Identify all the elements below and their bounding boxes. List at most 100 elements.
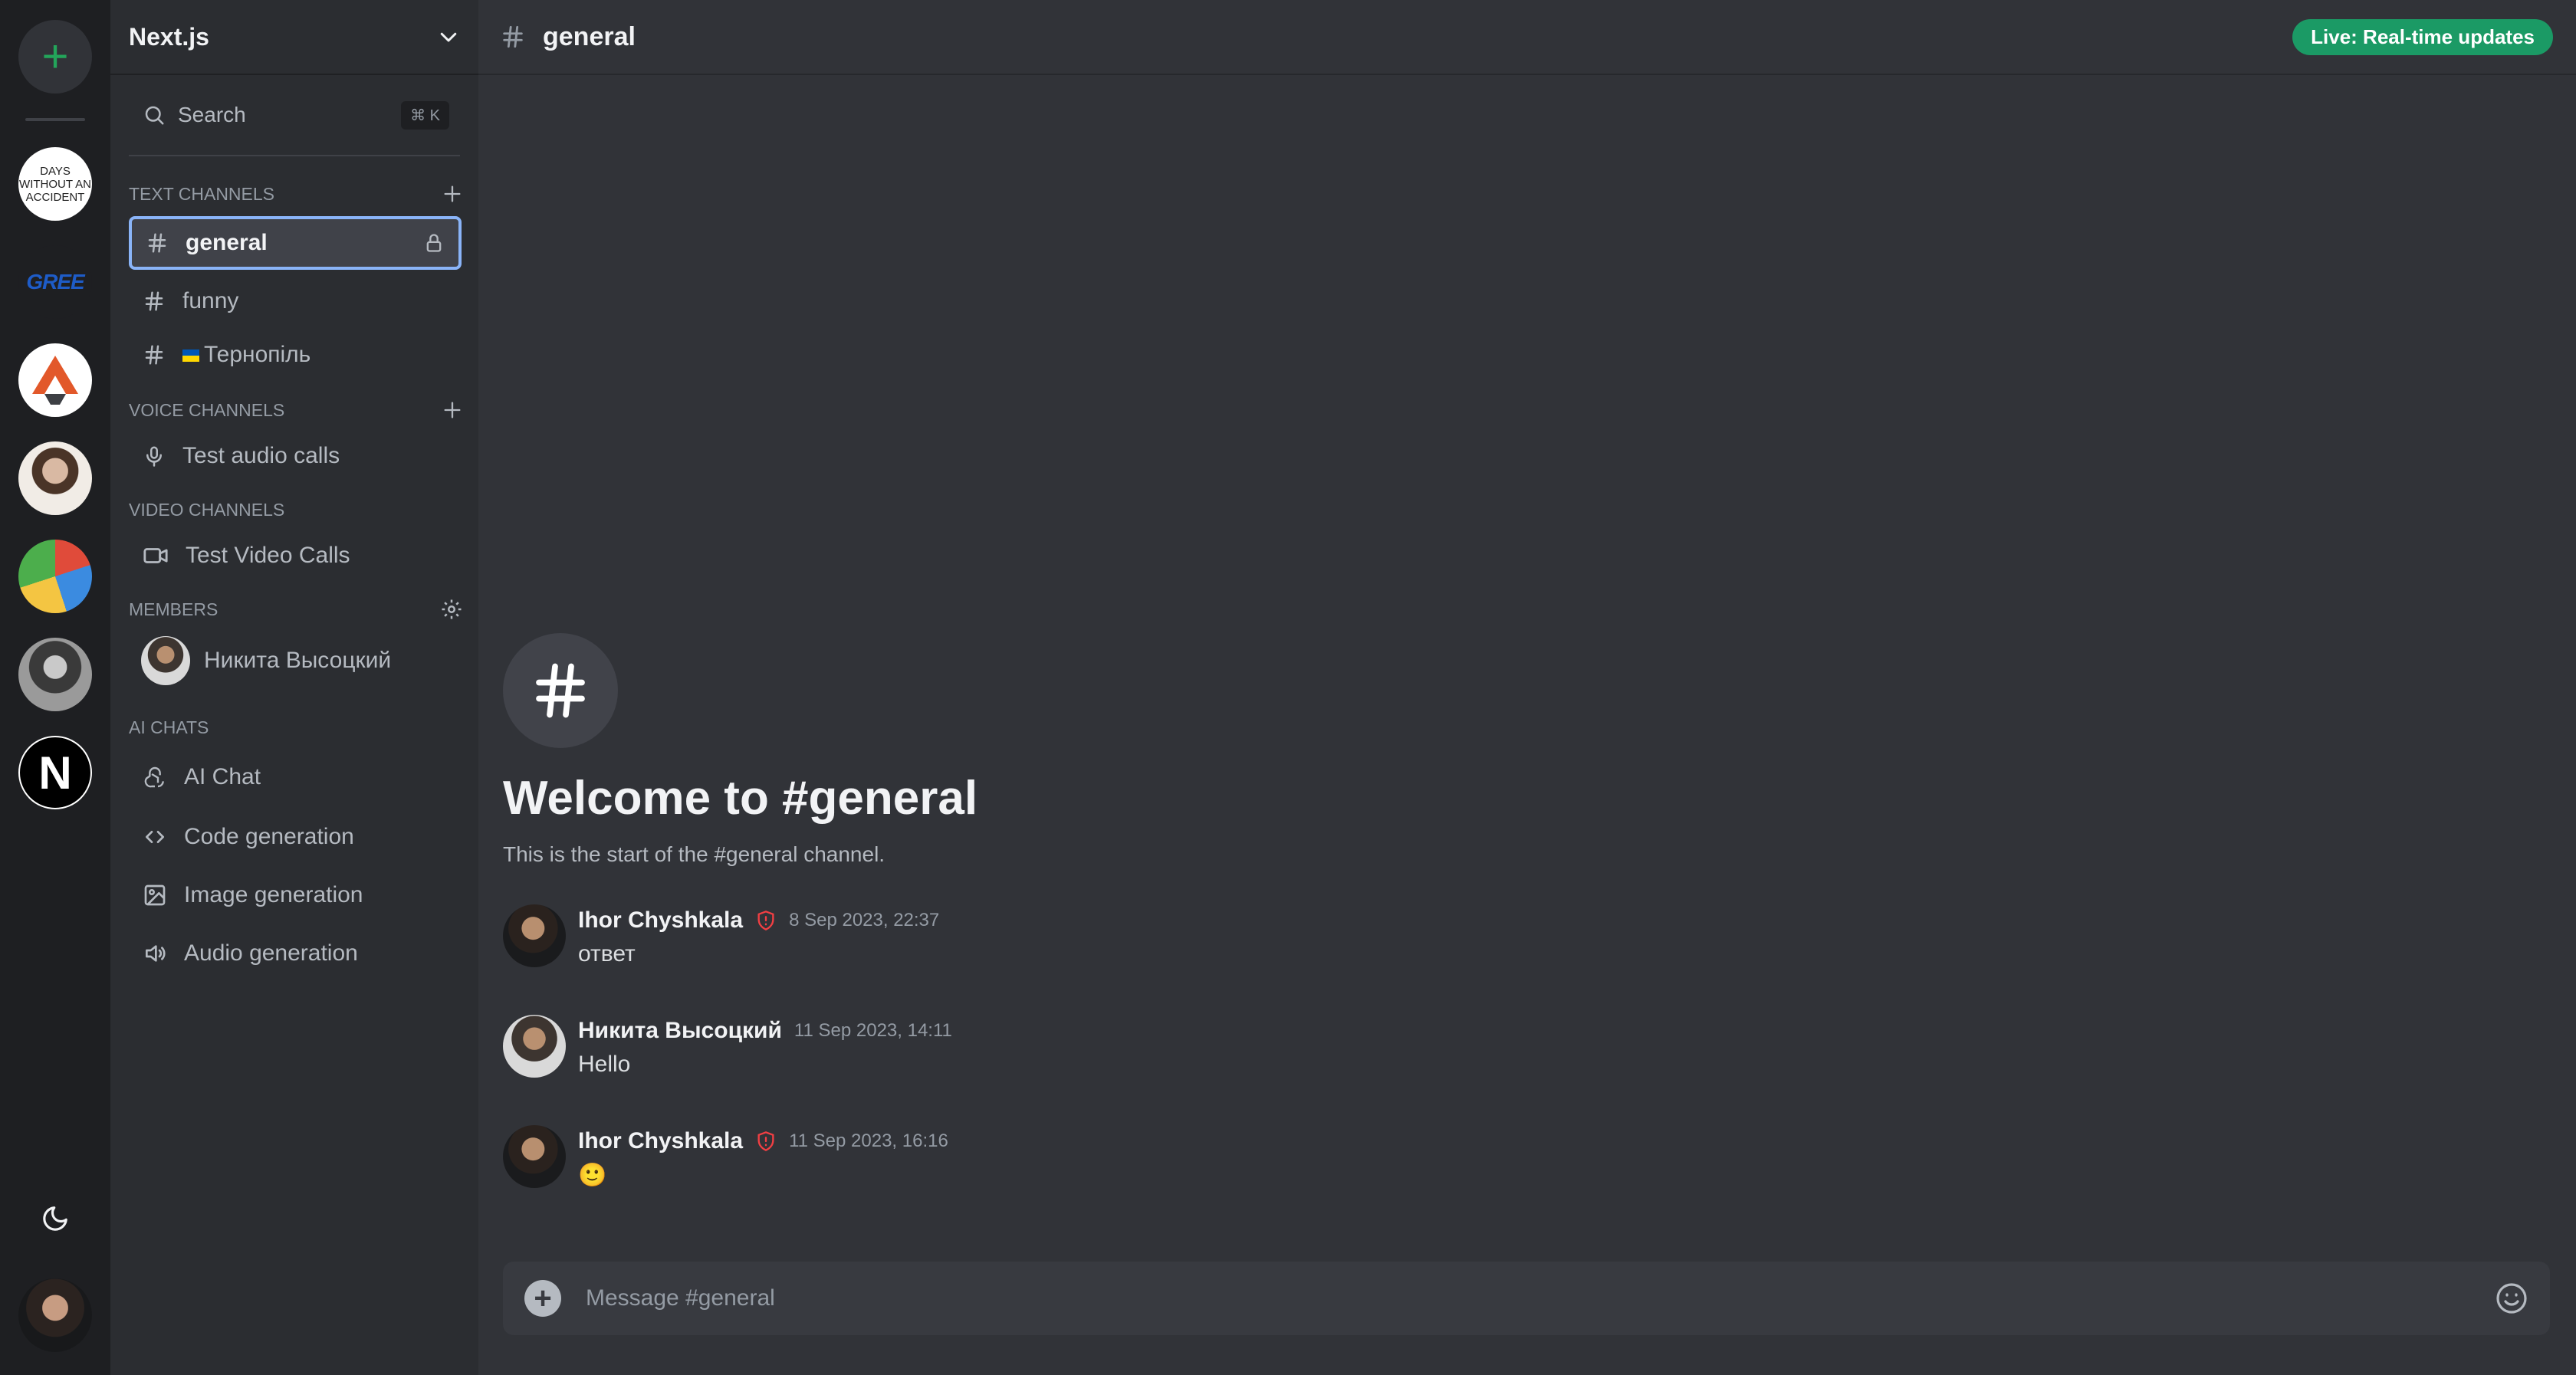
- welcome-subtitle: This is the start of the #general channe…: [503, 842, 886, 866]
- shield-alert-icon: [757, 911, 774, 930]
- server-geometric-logo[interactable]: [18, 343, 92, 417]
- server-icon: GREE: [18, 245, 92, 319]
- message-avatar[interactable]: [503, 1125, 566, 1188]
- message-meta: Никита Высоцкий 11 Sep 2023, 14:11: [578, 1018, 952, 1044]
- channel-title: general: [543, 21, 636, 51]
- add-channel-icon[interactable]: [442, 183, 463, 205]
- message-timestamp: 11 Sep 2023, 14:11: [794, 1020, 952, 1041]
- server-list: DAYS WITHOUT AN ACCIDENT GREE N: [18, 147, 92, 809]
- image-generation-item[interactable]: Image generation: [129, 866, 462, 924]
- video-camera-icon: [143, 548, 168, 563]
- live-status-badge: Live: Real-time updates: [2292, 18, 2553, 55]
- server-woman-portrait[interactable]: [18, 441, 92, 515]
- server-icon: [18, 441, 92, 515]
- channel-funny[interactable]: funny: [129, 274, 462, 328]
- server-name: Next.js: [129, 22, 209, 51]
- speaker-icon: [146, 945, 166, 962]
- server-icon-text: GREE: [26, 270, 84, 294]
- member-name: Никита Высоцкий: [204, 648, 392, 673]
- code-generation-label: Code generation: [184, 824, 354, 849]
- hash-icon: [503, 25, 523, 48]
- server-icon: DAYS WITHOUT AN ACCIDENT: [18, 147, 92, 221]
- message-author[interactable]: Ihor Chyshkala: [578, 1128, 743, 1154]
- channel-label: Тернопіль: [204, 342, 311, 367]
- channel-test-video-calls[interactable]: Test Video Calls: [129, 529, 462, 582]
- emoji-icon[interactable]: [2493, 1280, 2530, 1317]
- message-list: Ihor Chyshkala 8 Sep 2023, 22:37 ответ Н…: [503, 904, 2496, 1236]
- openai-icon: [144, 766, 164, 788]
- message-avatar[interactable]: [503, 1015, 566, 1078]
- geometric-logo-icon: [32, 356, 78, 405]
- server-days-without-accident[interactable]: DAYS WITHOUT AN ACCIDENT: [18, 147, 92, 221]
- message-author[interactable]: Никита Высоцкий: [578, 1018, 782, 1044]
- channel-sidebar: Next.js Search ⌘ K TEXT CHANNELS general…: [110, 0, 478, 1375]
- message-meta: Ihor Chyshkala 8 Sep 2023, 22:37: [578, 907, 939, 934]
- channel-label: funny: [182, 288, 239, 313]
- message-text: 🙂: [578, 1163, 607, 1188]
- audio-generation-item[interactable]: Audio generation: [129, 924, 462, 983]
- moon-icon: [43, 1206, 67, 1231]
- server-nextjs[interactable]: N: [18, 736, 92, 809]
- code-icon: [146, 831, 164, 843]
- chevron-down-icon: [440, 32, 457, 42]
- message-input[interactable]: [586, 1285, 2469, 1311]
- channel-header: general Live: Real-time updates: [478, 0, 2576, 75]
- section-title: MEMBERS: [129, 599, 219, 619]
- ai-chat-item[interactable]: AI Chat: [129, 747, 462, 808]
- add-channel-icon[interactable]: [442, 399, 463, 421]
- message-body: Ihor Chyshkala 11 Sep 2023, 16:16 🙂: [578, 1125, 948, 1189]
- channel-label: Test audio calls: [182, 443, 340, 468]
- server-icon: [18, 540, 92, 613]
- shield-alert-icon: [757, 1131, 774, 1151]
- welcome-title: Welcome to #general: [503, 772, 978, 825]
- server-man-portrait[interactable]: [18, 638, 92, 711]
- message-timestamp: 8 Sep 2023, 22:37: [789, 910, 940, 930]
- chat-main: general Live: Real-time updates Welcome …: [478, 0, 2576, 1375]
- section-title: AI CHATS: [129, 717, 209, 737]
- section-title: TEXT CHANNELS: [129, 183, 275, 204]
- search-label: Search: [178, 103, 246, 126]
- member-item[interactable]: Никита Высоцкий: [129, 628, 462, 693]
- message-text: Hello: [578, 1052, 631, 1077]
- theme-toggle-button[interactable]: [37, 1200, 74, 1237]
- search-button[interactable]: Search ⌘ K: [129, 94, 463, 136]
- attach-button[interactable]: +: [524, 1280, 561, 1317]
- channel-test-audio-calls[interactable]: Test audio calls: [129, 429, 462, 483]
- video-channels-header: VIDEO CHANNELS: [110, 491, 478, 529]
- message-avatar[interactable]: [503, 904, 566, 967]
- message-item: Никита Высоцкий 11 Sep 2023, 14:11 Hello: [503, 1015, 2496, 1125]
- hash-icon: [145, 291, 163, 311]
- user-avatar[interactable]: [18, 1278, 92, 1352]
- member-avatar: [141, 636, 190, 685]
- server-kids-drawing[interactable]: [18, 540, 92, 613]
- rail-bottom: [0, 1200, 110, 1352]
- gear-icon[interactable]: [440, 598, 463, 621]
- members-header: MEMBERS: [110, 590, 478, 628]
- microphone-icon: [146, 446, 162, 467]
- channel-label: general: [186, 230, 268, 255]
- code-generation-item[interactable]: Code generation: [129, 808, 462, 866]
- server-gree[interactable]: GREE: [18, 245, 92, 319]
- channel-general[interactable]: general: [129, 216, 462, 270]
- message-body: Никита Высоцкий 11 Sep 2023, 14:11 Hello: [578, 1015, 952, 1078]
- sidebar-divider: [129, 155, 460, 156]
- server-icon: [18, 638, 92, 711]
- ukraine-flag-icon: [182, 349, 199, 363]
- text-channels-header: TEXT CHANNELS: [110, 175, 478, 213]
- message-author[interactable]: Ihor Chyshkala: [578, 907, 743, 934]
- channel-label-wrap: Тернопіль: [182, 342, 310, 368]
- hash-icon: [148, 233, 166, 253]
- hash-icon: [145, 345, 163, 365]
- hash-icon: [536, 663, 585, 718]
- section-title: VOICE CHANNELS: [129, 399, 285, 420]
- channel-ternopil[interactable]: Тернопіль: [129, 328, 462, 382]
- section-title: VIDEO CHANNELS: [129, 499, 285, 520]
- add-server-button[interactable]: +: [18, 20, 92, 94]
- channel-label: Test Video Calls: [186, 543, 350, 568]
- message-item: Ihor Chyshkala 8 Sep 2023, 22:37 ответ: [503, 904, 2496, 1015]
- message-composer: +: [503, 1262, 2550, 1335]
- server-header[interactable]: Next.js: [110, 0, 478, 75]
- message-body: Ihor Chyshkala 8 Sep 2023, 22:37 ответ: [578, 904, 939, 967]
- voice-channels-header: VOICE CHANNELS: [110, 391, 478, 429]
- search-icon: [145, 106, 164, 125]
